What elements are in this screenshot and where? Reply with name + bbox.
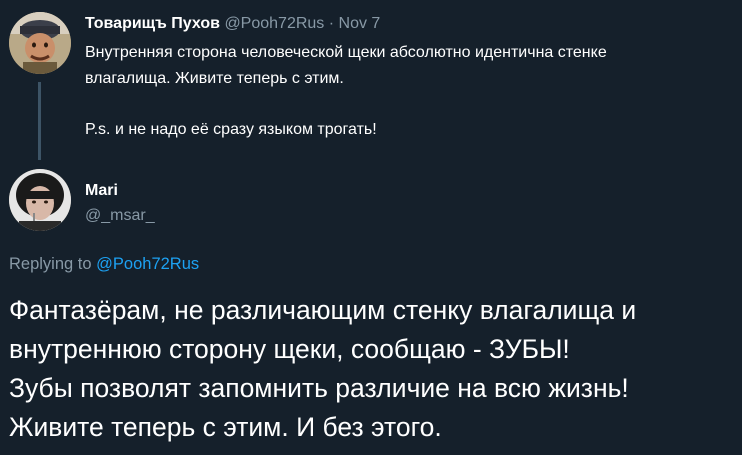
replying-to-label: Replying to bbox=[9, 255, 92, 273]
reply-author-avatar[interactable] bbox=[9, 169, 71, 231]
reply-tweet-line: Зубы позволят запомнить различие на всю … bbox=[9, 373, 629, 403]
parent-author-avatar[interactable] bbox=[9, 12, 71, 74]
header-separator: · bbox=[328, 15, 335, 32]
parent-tweet-line: влагалища. Живите теперь с этим. bbox=[85, 70, 344, 87]
replying-to-handle-link[interactable]: @Pooh72Rus bbox=[96, 255, 199, 273]
replying-to-line: Replying to @Pooh72Rus bbox=[9, 252, 199, 276]
reply-tweet-line: внутреннюю сторону щеки, сообщаю - ЗУБЫ! bbox=[9, 334, 570, 364]
parent-tweet-header: Товарищъ Пухов @Pooh72Rus · Nov 7 bbox=[85, 13, 380, 35]
reply-tweet-line: Фантазёрам, не различающим стенку влагал… bbox=[9, 295, 637, 325]
parent-author-name[interactable]: Товарищъ Пухов bbox=[85, 15, 220, 32]
thread-connector-line bbox=[38, 82, 41, 160]
parent-tweet-date[interactable]: Nov 7 bbox=[339, 15, 381, 32]
reply-tweet-line: Живите теперь с этим. И без этого. bbox=[9, 412, 442, 442]
parent-author-handle[interactable]: @Pooh72Rus bbox=[224, 15, 324, 32]
parent-tweet-line: Внутренняя сторона человеческой щеки абс… bbox=[85, 44, 607, 61]
parent-tweet-ps: P.s. и не надо её сразу языком трогать! bbox=[85, 121, 377, 138]
reply-tweet-text: Фантазёрам, не различающим стенку влагал… bbox=[9, 291, 739, 447]
parent-tweet-text: Внутренняя сторона человеческой щеки абс… bbox=[85, 40, 735, 143]
reply-author-handle[interactable]: @_msar_ bbox=[85, 205, 155, 227]
reply-author-name[interactable]: Mari bbox=[85, 180, 118, 202]
